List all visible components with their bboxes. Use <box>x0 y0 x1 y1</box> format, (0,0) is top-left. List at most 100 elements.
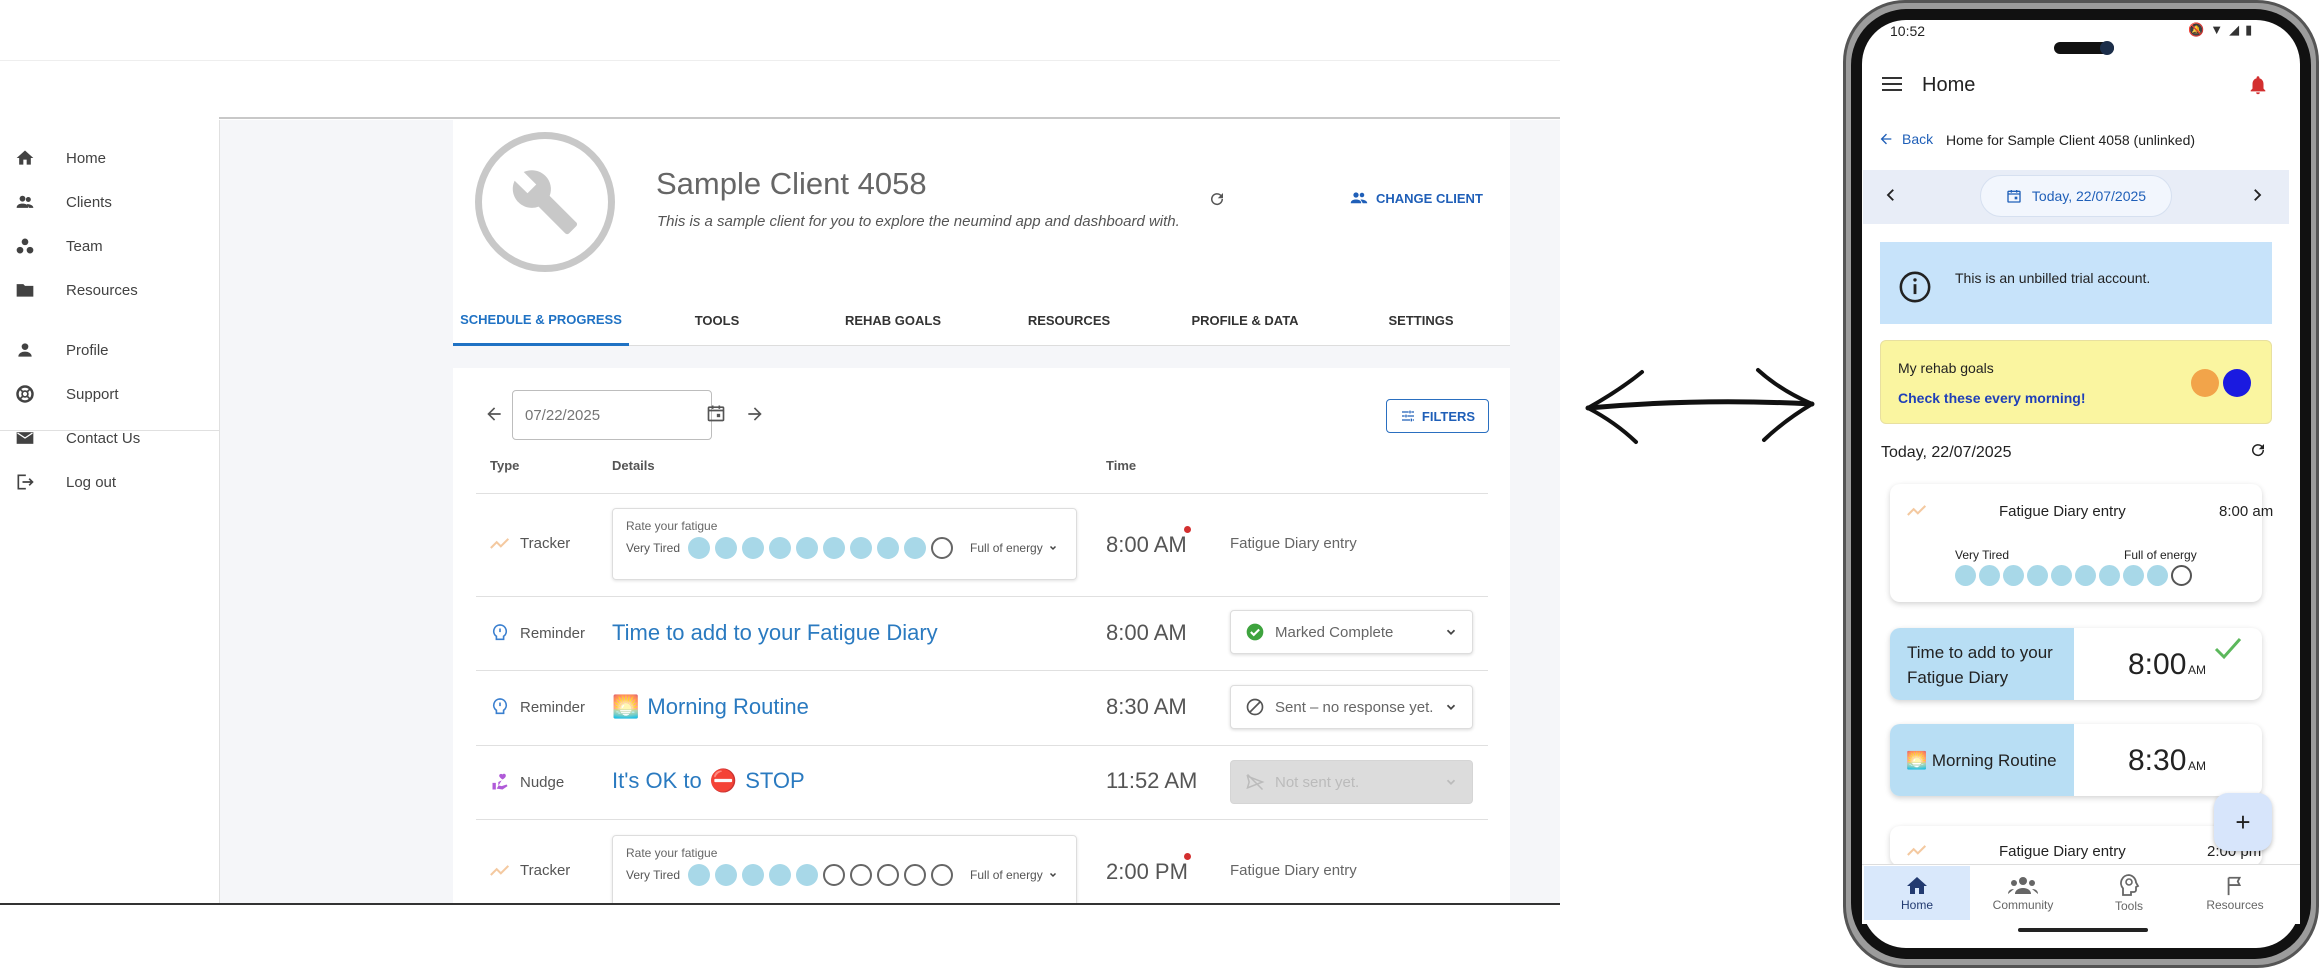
rating-dot[interactable] <box>742 537 765 559</box>
add-button[interactable]: + <box>2214 793 2272 851</box>
people-icon <box>1350 192 1368 204</box>
nudge-title-link[interactable]: It's OK to ⛔ STOP <box>612 768 805 794</box>
bottom-nav-community[interactable]: Community <box>1970 866 2076 920</box>
sidebar-item-clients[interactable]: Clients <box>0 180 218 224</box>
rating-dot[interactable] <box>1955 565 1976 586</box>
refresh-button[interactable] <box>1208 190 1230 212</box>
sidebar-item-contact[interactable]: Contact Us <box>0 416 218 460</box>
card-title: Fatigue Diary entry <box>1999 503 2126 520</box>
rating-dot[interactable] <box>796 537 819 559</box>
rating-dot[interactable] <box>823 864 846 886</box>
row-type-tracker: Tracker <box>490 533 570 553</box>
rating-dot[interactable] <box>1979 565 2000 586</box>
sidebar-item-support[interactable]: Support <box>0 372 218 416</box>
date-input[interactable]: 07/22/2025 <box>512 390 712 440</box>
menu-icon[interactable] <box>1882 76 1904 94</box>
tracker-max-label: Full of energy <box>970 541 1043 555</box>
sidebar-item-home[interactable]: Home <box>0 136 218 180</box>
tab-rehab-goals[interactable]: REHAB GOALS <box>805 296 981 346</box>
check-circle-icon <box>1246 623 1264 641</box>
status-dropdown-pending[interactable]: Sent – no response yet. <box>1230 685 1473 729</box>
tracker-min-label: Very Tired <box>626 541 681 555</box>
rating-dot[interactable] <box>2123 565 2144 586</box>
rating-dot[interactable] <box>769 537 792 559</box>
sidebar-item-label: Team <box>66 237 103 255</box>
bell-icon[interactable] <box>2247 74 2269 96</box>
tracker-widget[interactable]: Rate your fatigue Very Tired Full of ene… <box>612 508 1077 580</box>
calendar-button[interactable] <box>706 403 728 425</box>
status-dropdown-complete[interactable]: Marked Complete <box>1230 610 1473 654</box>
status-text: Fatigue Diary entry <box>1230 535 1357 552</box>
filters-button[interactable]: FILTERS <box>1386 399 1489 433</box>
rating-dot[interactable] <box>796 864 819 886</box>
rating-dot[interactable] <box>931 537 954 559</box>
tab-profile-data[interactable]: PROFILE & DATA <box>1157 296 1333 346</box>
chevron-right-icon <box>2254 189 2262 201</box>
tracker-max[interactable]: Full of energy <box>970 541 1059 555</box>
time-cell: 11:52 AM <box>1106 768 1198 793</box>
rating-dot[interactable] <box>877 537 900 559</box>
rating-dot[interactable] <box>823 537 846 559</box>
rating-dot[interactable] <box>850 537 873 559</box>
change-client-button[interactable]: CHANGE CLIENT <box>1350 189 1483 207</box>
rating-dot[interactable] <box>742 864 765 886</box>
bottom-nav-label: Home <box>1900 898 1933 912</box>
back-button[interactable]: Back <box>1878 131 1933 147</box>
folder-icon <box>14 279 36 301</box>
rating-dot[interactable] <box>715 864 738 886</box>
rating-dot[interactable] <box>769 864 792 886</box>
community-icon <box>2008 877 2038 894</box>
sidebar-item-team[interactable]: Team <box>0 224 218 268</box>
rating-dot[interactable] <box>2075 565 2096 586</box>
date-chip[interactable]: Today, 22/07/2025 <box>1980 175 2172 217</box>
tracker-max[interactable]: Full of energy <box>970 868 1059 882</box>
rating-dot[interactable] <box>904 537 927 559</box>
sidebar-item-logout[interactable]: Log out <box>0 460 218 504</box>
status-label: Marked Complete <box>1275 623 1394 641</box>
nudge-title-end: STOP <box>745 768 805 793</box>
tab-settings[interactable]: SETTINGS <box>1333 296 1509 346</box>
tab-tools[interactable]: TOOLS <box>629 296 805 346</box>
reminder-icon <box>490 623 510 643</box>
reminder-title-link[interactable]: Time to add to your Fatigue Diary <box>612 620 938 646</box>
rating-dot[interactable] <box>931 864 954 886</box>
rating-dot[interactable] <box>2051 565 2072 586</box>
rating-dots[interactable] <box>688 864 958 886</box>
previous-day-button[interactable] <box>1882 186 1902 206</box>
sidebar-item-profile[interactable]: Profile <box>0 328 218 372</box>
bottom-nav-tools[interactable]: Tools <box>2076 866 2182 920</box>
bottom-nav-home[interactable]: Home <box>1864 866 1970 920</box>
tab-resources[interactable]: RESOURCES <box>981 296 1157 346</box>
tune-icon <box>1401 410 1414 422</box>
trend-icon <box>1907 843 1927 862</box>
card-time: 8:00 am <box>2219 503 2274 520</box>
rating-dot[interactable] <box>2171 565 2192 586</box>
dashboard-window: Home Clients Team Resources Profile Supp… <box>0 0 1560 905</box>
rehab-goals-link[interactable]: Check these every morning! <box>1898 390 2086 406</box>
rating-dot[interactable] <box>688 537 711 559</box>
next-day-button[interactable] <box>745 404 767 426</box>
bottom-nav-resources[interactable]: Resources <box>2182 866 2288 920</box>
rating-dots[interactable] <box>688 537 958 559</box>
tab-schedule-progress[interactable]: SCHEDULE & PROGRESS <box>453 296 629 346</box>
rating-dot[interactable] <box>2099 565 2120 586</box>
rating-dot[interactable] <box>2147 565 2168 586</box>
rating-dot[interactable] <box>877 864 900 886</box>
previous-day-button[interactable] <box>484 404 506 426</box>
rating-dot[interactable] <box>688 864 711 886</box>
status-icons: 🔕 ▼ ◢ ▮ <box>2188 22 2252 38</box>
arrow-left-icon <box>487 407 501 421</box>
rating-dot[interactable] <box>715 537 738 559</box>
rating-dot[interactable] <box>2027 565 2048 586</box>
rating-dot[interactable] <box>904 864 927 886</box>
date-chip-label: Today, 22/07/2025 <box>2031 188 2147 204</box>
reminder-title-link[interactable]: 🌅 Morning Routine <box>612 694 809 720</box>
rating-dots[interactable] <box>1955 565 2192 586</box>
client-avatar <box>475 132 615 272</box>
rating-dot[interactable] <box>2003 565 2024 586</box>
rating-dot[interactable] <box>850 864 873 886</box>
sidebar-item-resources[interactable]: Resources <box>0 268 218 312</box>
tracker-widget[interactable]: Rate your fatigue Very Tired Full of ene… <box>612 835 1077 905</box>
next-day-button[interactable] <box>2248 186 2268 206</box>
refresh-button[interactable] <box>2249 441 2269 461</box>
